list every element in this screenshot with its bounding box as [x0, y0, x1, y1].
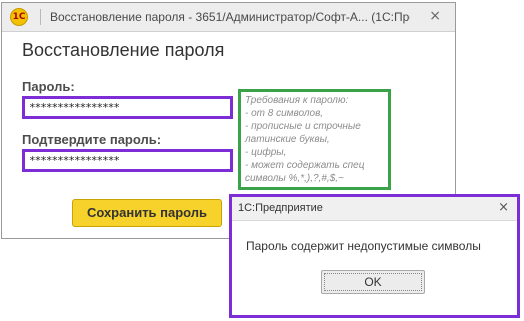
1c-logo-icon[interactable]: 1С — [10, 8, 28, 26]
error-dialog: 1С:Предприятие × Пароль содержит недопус… — [229, 194, 520, 318]
password-requirements-hint: Требования к паролю: - от 8 символов, - … — [238, 89, 391, 190]
dialog-close-icon[interactable]: × — [498, 200, 509, 215]
window-titlebar: 1С Восстановление пароля - 3651/Админист… — [2, 3, 455, 32]
titlebar-separator — [40, 9, 41, 25]
confirm-password-input[interactable]: **************** — [22, 149, 233, 172]
hint-line: - может содержать спец — [245, 160, 365, 171]
password-input[interactable]: **************** — [22, 96, 233, 119]
hint-line: - прописные и строчные — [245, 121, 361, 132]
hint-line: латинские буквы, — [245, 134, 330, 145]
hint-line: Требования к паролю: — [245, 95, 349, 106]
password-label: Пароль: — [22, 79, 75, 94]
dialog-title: 1С:Предприятие — [238, 202, 323, 214]
hint-line: - цифры, — [245, 147, 287, 158]
hint-line: - от 8 символов, — [245, 108, 324, 119]
screenshot: 1С Восстановление пароля - 3651/Админист… — [0, 0, 524, 321]
save-password-button[interactable]: Сохранить пароль — [72, 199, 222, 227]
window-title: Восстановление пароля - 3651/Администрат… — [50, 10, 410, 24]
hint-line: символы %,*,),?,#,$,~ — [245, 173, 344, 184]
dialog-message: Пароль содержит недопустимые символы — [246, 239, 481, 253]
close-icon[interactable]: × — [429, 8, 441, 24]
confirm-password-label: Подтвердите пароль: — [22, 132, 162, 147]
dialog-titlebar: 1С:Предприятие × — [232, 197, 517, 221]
page-title: Восстановление пароля — [22, 40, 225, 60]
ok-button[interactable]: OK — [321, 270, 425, 294]
